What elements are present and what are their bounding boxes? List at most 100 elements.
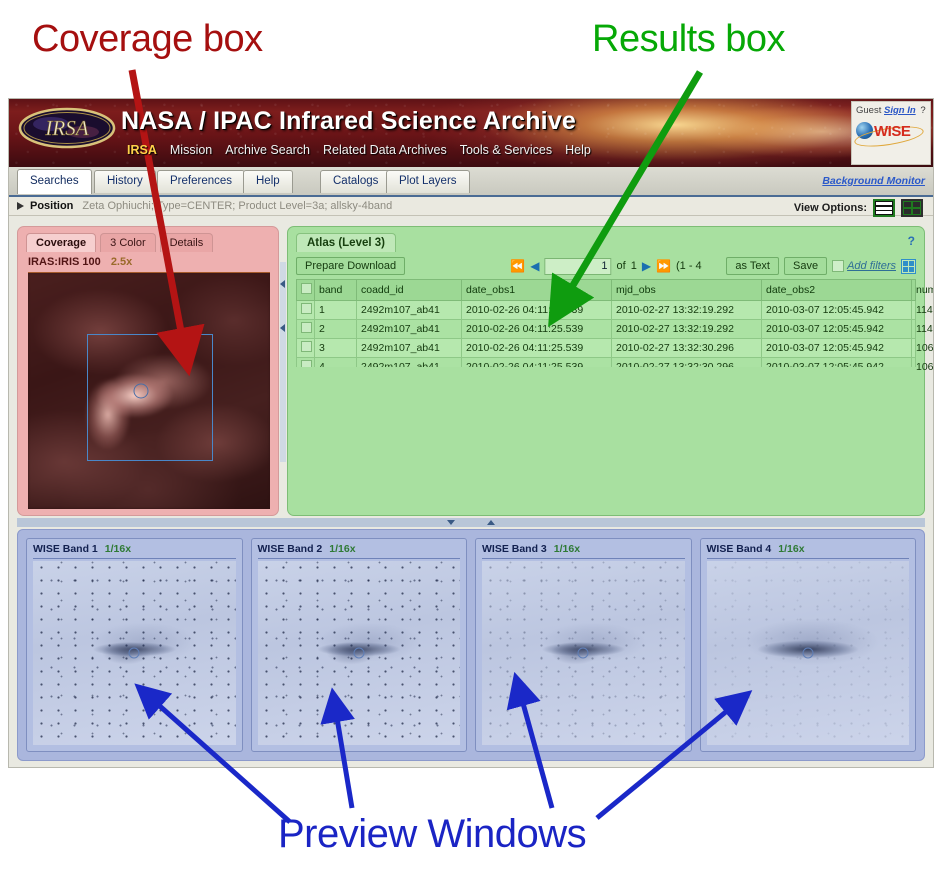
preview-header-band-2: WISE Band 2 1/16x bbox=[257, 543, 460, 559]
table-row[interactable]: 2 2492m107_ab41 2010-02-26 04:11:25.539 … bbox=[296, 319, 933, 339]
as-text-button[interactable]: as Text bbox=[726, 257, 779, 275]
wise-logo-text: WISE bbox=[874, 123, 911, 140]
coverage-survey-name: IRAS:IRIS 100 bbox=[28, 256, 101, 268]
nav-item-related-data-archives[interactable]: Related Data Archives bbox=[323, 143, 447, 157]
tab-preferences[interactable]: Preferences bbox=[157, 170, 246, 193]
cell-date-obs1: 2010-02-26 04:11:25.539 bbox=[461, 338, 612, 358]
preview-image-band-3[interactable] bbox=[482, 561, 685, 745]
splitter-right-arrow-icon[interactable] bbox=[280, 324, 285, 332]
tab-atlas-level-3[interactable]: Atlas (Level 3) bbox=[296, 233, 396, 252]
cell-date-obs2: 2010-03-07 12:05:45.942 bbox=[761, 338, 912, 358]
cell-numfrms: 114 bbox=[911, 319, 933, 339]
horizontal-splitter[interactable] bbox=[17, 518, 925, 527]
results-toolbar: Prepare Download ⏪ ◀ 1 of 1 ▶ ⏩ (1 - 4 a… bbox=[296, 255, 916, 277]
table-header-row: band coadd_id date_obs1 mjd_obs date_obs… bbox=[296, 279, 933, 301]
pagination-controls: ⏪ ◀ 1 of 1 ▶ ⏩ (1 - 4 bbox=[510, 257, 702, 275]
prepare-download-button[interactable]: Prepare Download bbox=[296, 257, 406, 275]
preview-zoom: 1/16x bbox=[778, 543, 805, 555]
column-header-numfrms[interactable]: numfrms bbox=[911, 279, 933, 301]
coverage-target-marker bbox=[133, 383, 149, 399]
page-number-input[interactable]: 1 bbox=[544, 257, 612, 275]
vertical-splitter[interactable] bbox=[280, 262, 286, 462]
pager-total-pages: 1 bbox=[630, 260, 637, 272]
coverage-image[interactable] bbox=[28, 272, 270, 509]
cell-numfrms: 106 bbox=[911, 338, 933, 358]
tab-history[interactable]: History bbox=[94, 170, 156, 193]
preview-title: WISE Band 2 bbox=[257, 543, 323, 555]
expand-triangle-icon[interactable] bbox=[17, 202, 24, 210]
account-box: Guest Sign In ? WISE bbox=[851, 101, 931, 165]
select-all-checkbox[interactable] bbox=[301, 283, 312, 294]
splitter-down-arrow-icon[interactable] bbox=[447, 520, 455, 525]
account-username: Guest bbox=[856, 105, 882, 116]
position-label: Position bbox=[30, 200, 74, 212]
row-select-cell[interactable] bbox=[296, 338, 315, 358]
tab-plot-layers[interactable]: Plot Layers bbox=[386, 170, 470, 193]
row-select-cell[interactable] bbox=[296, 319, 315, 339]
cell-coadd-id: 2492m107_ab41 bbox=[356, 300, 462, 320]
preview-image-band-4[interactable] bbox=[706, 561, 909, 745]
results-help-icon[interactable]: ? bbox=[908, 234, 915, 248]
help-question-icon[interactable]: ? bbox=[920, 105, 925, 116]
preview-image-band-2[interactable] bbox=[257, 561, 460, 745]
nav-item-mission[interactable]: Mission bbox=[170, 143, 212, 157]
pager-row-range: (1 - 4 bbox=[676, 260, 702, 272]
next-page-icon[interactable]: ▶ bbox=[642, 259, 651, 273]
rows-layout-icon[interactable] bbox=[873, 199, 895, 217]
nav-item-archive-search[interactable]: Archive Search bbox=[225, 143, 310, 157]
prev-page-icon[interactable]: ◀ bbox=[530, 259, 539, 273]
last-page-icon[interactable]: ⏩ bbox=[656, 259, 671, 273]
add-filters-label: Add filters bbox=[847, 260, 896, 272]
row-checkbox[interactable] bbox=[301, 341, 312, 352]
splitter-left-arrow-icon[interactable] bbox=[280, 280, 285, 288]
column-header-band[interactable]: band bbox=[314, 279, 357, 301]
preview-image-band-1[interactable] bbox=[33, 561, 236, 745]
irsa-logo-icon[interactable]: IRSA bbox=[17, 104, 117, 152]
preview-window-band-2[interactable]: WISE Band 2 1/16x bbox=[250, 538, 467, 752]
preview-target-marker bbox=[577, 647, 589, 659]
preview-window-band-4[interactable]: WISE Band 4 1/16x bbox=[699, 538, 916, 752]
tab-help[interactable]: Help bbox=[243, 170, 293, 193]
column-settings-icon[interactable] bbox=[901, 258, 916, 274]
tab-3-color[interactable]: 3 Color bbox=[100, 233, 156, 252]
results-box-panel: Atlas (Level 3) ? Prepare Download ⏪ ◀ 1… bbox=[287, 226, 933, 516]
coverage-tab-group: Coverage 3 Color Details bbox=[26, 233, 214, 252]
site-banner: IRSA NASA / IPAC Infrared Science Archiv… bbox=[9, 99, 933, 167]
background-monitor-link[interactable]: Background Monitor bbox=[822, 175, 925, 187]
sign-in-link[interactable]: Sign In bbox=[884, 105, 916, 116]
tab-searches[interactable]: Searches bbox=[17, 169, 92, 194]
cell-band: 3 bbox=[314, 338, 357, 358]
column-header-mjd-obs[interactable]: mjd_obs bbox=[611, 279, 762, 301]
nav-item-irsa[interactable]: IRSA bbox=[127, 143, 157, 157]
save-button[interactable]: Save bbox=[784, 257, 828, 275]
results-toolbar-right: as Text Save Add filters bbox=[726, 257, 916, 275]
splitter-up-arrow-icon[interactable] bbox=[487, 520, 495, 525]
preview-zoom: 1/16x bbox=[329, 543, 356, 555]
row-select-cell[interactable] bbox=[296, 300, 315, 320]
annotation-preview-windows: Preview Windows bbox=[278, 812, 587, 856]
view-options-label: View Options: bbox=[793, 202, 867, 214]
preview-target-marker bbox=[802, 647, 814, 659]
tab-catalogs[interactable]: Catalogs bbox=[320, 170, 392, 193]
grid-layout-icon[interactable] bbox=[901, 199, 923, 217]
column-header-coadd-id[interactable]: coadd_id bbox=[356, 279, 462, 301]
select-all-header[interactable] bbox=[296, 279, 315, 301]
add-filters-toggle[interactable]: Add filters bbox=[832, 260, 896, 272]
wise-logo-icon[interactable]: WISE bbox=[853, 120, 926, 151]
column-header-date-obs2[interactable]: date_obs2 bbox=[761, 279, 912, 301]
preview-window-band-1[interactable]: WISE Band 1 1/16x bbox=[26, 538, 243, 752]
application-tab-bar: Searches History Preferences Help Catalo… bbox=[9, 167, 933, 197]
preview-window-band-3[interactable]: WISE Band 3 1/16x bbox=[475, 538, 692, 752]
nav-item-tools-services[interactable]: Tools & Services bbox=[460, 143, 552, 157]
table-row[interactable]: 1 2492m107_ab41 2010-02-26 04:11:25.539 … bbox=[296, 300, 933, 320]
cell-date-obs2: 2010-03-07 12:05:45.942 bbox=[761, 300, 912, 320]
nav-item-help[interactable]: Help bbox=[565, 143, 591, 157]
tab-coverage[interactable]: Coverage bbox=[26, 233, 97, 252]
row-checkbox[interactable] bbox=[301, 322, 312, 333]
add-filters-checkbox[interactable] bbox=[832, 260, 845, 272]
tab-details[interactable]: Details bbox=[159, 233, 214, 252]
column-header-date-obs1[interactable]: date_obs1 bbox=[461, 279, 612, 301]
first-page-icon[interactable]: ⏪ bbox=[510, 259, 525, 273]
table-row[interactable]: 3 2492m107_ab41 2010-02-26 04:11:25.539 … bbox=[296, 338, 933, 358]
row-checkbox[interactable] bbox=[301, 303, 312, 314]
